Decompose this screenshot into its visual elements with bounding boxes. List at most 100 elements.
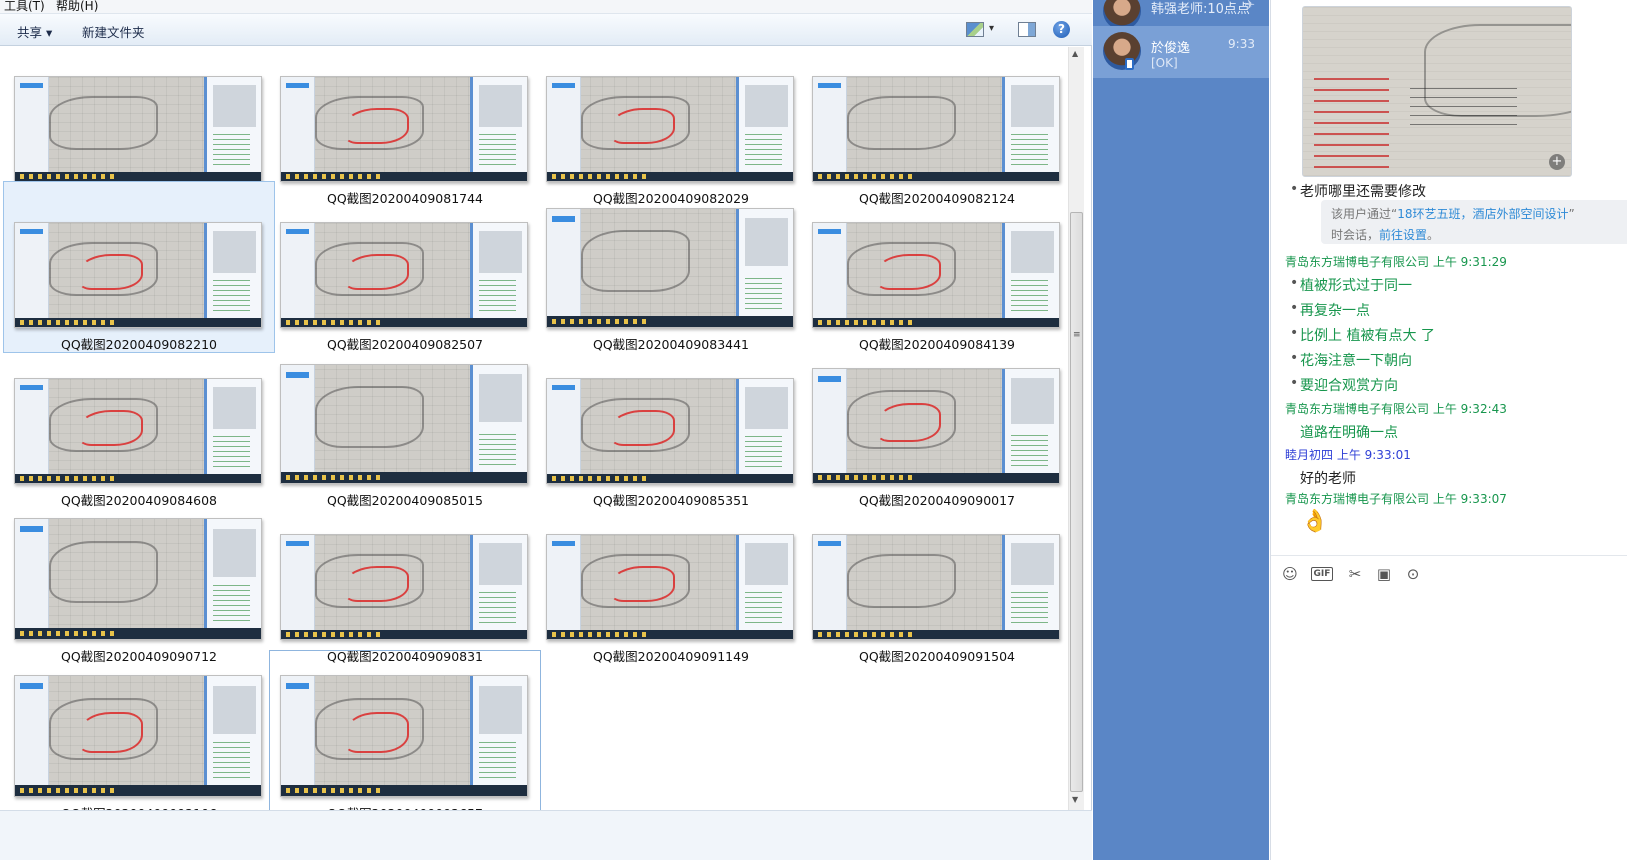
file-tile[interactable]: QQ截图20200409092106 <box>3 650 275 822</box>
file-tile[interactable]: QQ截图20200409092657 <box>269 650 541 822</box>
file-thumbnail <box>280 675 528 797</box>
qq-chat-panel: + • 老师哪里还需要修改 该用户通过“18环艺五班，酒店外部空间设计” 时会话… <box>1270 0 1627 860</box>
file-thumbnail <box>14 76 262 182</box>
qq-contact-list: 韩强老师:10点点 ✈ 於俊逸 9:33 [OK] <box>1093 0 1269 860</box>
thumbnail-qq-panel <box>736 209 793 327</box>
thumbnail-taskbar <box>281 317 527 327</box>
mobile-online-icon <box>1125 58 1134 70</box>
screenshot-scissors-icon[interactable]: ✂ <box>1346 565 1364 583</box>
file-thumbnail <box>812 222 1060 328</box>
help-icon[interactable]: ? <box>1053 21 1070 38</box>
file-thumbnail <box>14 518 262 640</box>
menu-tools[interactable]: 工具(T) <box>4 0 45 14</box>
file-thumbnail <box>546 534 794 640</box>
file-tile[interactable]: QQ截图20200409085015 <box>269 337 541 509</box>
chat-input-toolbar: ☺ GIF ✂ ▣ ⊙ <box>1271 555 1627 591</box>
file-tile[interactable]: QQ截图20200409083441 <box>535 181 807 353</box>
thumbnail-qq-sidebar <box>547 535 582 639</box>
thumbnail-qq-panel <box>470 365 527 483</box>
more-icon[interactable]: ⊙ <box>1404 565 1422 583</box>
thumbnail-qq-sidebar <box>15 676 50 796</box>
chat-message: 好的老师 <box>1300 471 1356 487</box>
bullet-icon: • <box>1290 300 1299 316</box>
zoom-icon[interactable]: + <box>1549 154 1565 170</box>
thumbnail-qq-sidebar <box>15 223 50 327</box>
sender-header[interactable]: 青岛东方瑞博电子有限公司 上午 9:33:07 <box>1285 490 1507 507</box>
thumbnail-sketch <box>847 95 956 150</box>
file-tile[interactable]: QQ截图20200409091504 <box>801 493 1073 665</box>
new-folder-button[interactable]: 新建文件夹 <box>82 22 145 41</box>
image-icon[interactable]: ▣ <box>1375 565 1393 583</box>
emoji-icon[interactable]: ☺ <box>1281 565 1299 583</box>
chat-message: 再复杂一点 <box>1300 303 1370 319</box>
gif-icon[interactable]: GIF <box>1311 567 1333 581</box>
scroll-down-arrow-icon[interactable]: ▼ <box>1072 795 1078 804</box>
file-thumbnail <box>280 364 528 484</box>
file-tile[interactable]: QQ截图20200409090831 <box>269 493 541 665</box>
group-link[interactable]: 18环艺五班，酒店外部空间设计 <box>1397 207 1568 221</box>
file-thumbnail <box>280 76 528 182</box>
preview-pane-icon[interactable] <box>1018 22 1036 37</box>
thumbnail-qq-sidebar <box>547 209 582 327</box>
thumbnail-qq-sidebar <box>15 519 50 639</box>
thumbnail-qq-panel <box>204 379 261 483</box>
file-tile[interactable]: QQ截图20200409082507 <box>269 181 541 353</box>
file-tile[interactable]: QQ截图20200409084608 <box>3 337 275 509</box>
thumbnail-red-marks <box>344 254 409 290</box>
system-note-text: 。 <box>1427 228 1440 242</box>
contact-name: 於俊逸 <box>1151 41 1191 56</box>
thumbnail-qq-sidebar <box>813 77 848 181</box>
contact-time: 9:33 <box>1228 37 1255 51</box>
sender-header[interactable]: 青岛东方瑞博电子有限公司 上午 9:31:29 <box>1285 253 1507 270</box>
file-thumbnail <box>812 534 1060 640</box>
file-thumbnail <box>812 368 1060 484</box>
thumbnail-red-marks <box>876 254 941 290</box>
thumbnail-taskbar <box>547 171 793 181</box>
file-thumbnail <box>546 208 794 328</box>
thumbnail-qq-panel <box>470 77 527 181</box>
thumbnail-red-marks <box>78 410 143 446</box>
system-note-text: 该用户通过“ <box>1331 207 1398 221</box>
sender-header[interactable]: 睦月初四 上午 9:33:01 <box>1285 446 1411 463</box>
command-toolbar: 共享 ▾ 新建文件夹 ▾ ? <box>0 14 1092 46</box>
file-tile[interactable]: QQ截图20200409082210 <box>3 181 275 353</box>
thumbnail-taskbar <box>281 629 527 639</box>
view-options-chevron-icon[interactable]: ▾ <box>989 23 999 38</box>
go-to-settings-link[interactable]: 前往设置 <box>1379 228 1427 242</box>
thumbnail-taskbar <box>281 472 527 483</box>
thumbnail-taskbar <box>15 628 261 639</box>
thumbnail-taskbar <box>281 785 527 796</box>
file-tile[interactable]: QQ截图20200409085351 <box>535 337 807 509</box>
system-note-text: 时会话， <box>1331 228 1380 242</box>
thumbnail-red-marks <box>876 403 941 442</box>
contact-item-active[interactable]: 於俊逸 9:33 [OK] <box>1093 26 1269 78</box>
thumbnail-qq-sidebar <box>281 676 316 796</box>
thumbnail-taskbar <box>15 785 261 796</box>
thumbnail-qq-panel <box>470 223 527 327</box>
file-explorer-window: 工具(T) 帮助(H) 共享 ▾ 新建文件夹 ▾ ? QQ截图202004090… <box>0 0 1092 860</box>
scrollbar-thumb[interactable] <box>1070 212 1083 792</box>
thumbnail-taskbar <box>15 473 261 483</box>
file-tile[interactable]: QQ截图20200409084139 <box>801 181 1073 353</box>
thumbnail-qq-sidebar <box>547 77 582 181</box>
chat-image-message[interactable]: + <box>1302 6 1572 177</box>
share-button[interactable]: 共享 ▾ <box>17 22 52 41</box>
bullet-icon: • <box>1290 181 1299 197</box>
file-tile[interactable]: QQ截图20200409090017 <box>801 337 1073 509</box>
sender-header[interactable]: 青岛东方瑞博电子有限公司 上午 9:32:43 <box>1285 400 1507 417</box>
file-name: QQ截图20200409091504 <box>858 649 1016 664</box>
scroll-up-arrow-icon[interactable]: ▲ <box>1072 49 1078 58</box>
file-thumbnail <box>14 222 262 328</box>
bullet-icon: • <box>1290 375 1299 391</box>
file-tile[interactable]: QQ截图20200409090712 <box>3 493 275 665</box>
chat-message: 要迎合观赏方向 <box>1300 378 1398 394</box>
file-thumbnail <box>14 378 262 484</box>
file-name: QQ截图20200409091149 <box>592 649 750 664</box>
vertical-scrollbar[interactable]: ▲ ≡ ▼ <box>1068 47 1084 810</box>
thumbnail-taskbar <box>813 317 1059 327</box>
change-view-icon[interactable] <box>966 22 984 37</box>
thumbnail-qq-panel <box>736 535 793 639</box>
file-tile[interactable]: QQ截图20200409091149 <box>535 493 807 665</box>
menu-help[interactable]: 帮助(H) <box>56 0 98 14</box>
thumbnail-qq-panel <box>736 379 793 483</box>
